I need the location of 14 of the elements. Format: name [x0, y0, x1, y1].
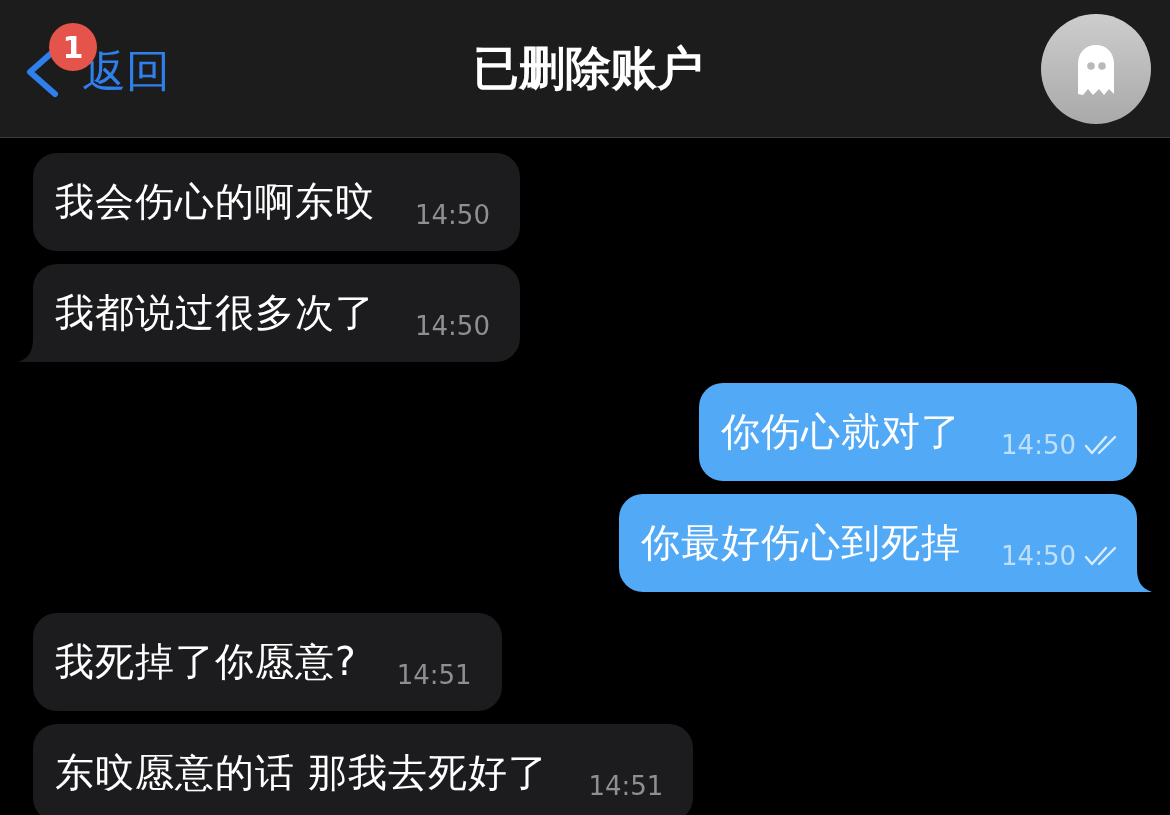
message-time: 14:50	[415, 311, 490, 341]
message-text: 你最好伤心到死掉	[641, 519, 962, 567]
message-time: 14:50	[1001, 541, 1076, 571]
message-text: 我会伤心的啊东旼	[55, 178, 375, 226]
ghost-avatar-icon[interactable]	[1041, 13, 1151, 124]
message-time: 14:50	[1001, 430, 1076, 460]
message-text: 你伤心就对了	[721, 408, 962, 456]
message-time: 14:51	[396, 660, 472, 690]
message-time: 14:50	[415, 200, 490, 230]
message-text: 东旼愿意的话 那我去死好了	[55, 749, 549, 797]
message-time: 14:51	[588, 771, 664, 801]
chat-title: 已删除账户	[472, 39, 703, 97]
message-text: 我死掉了你愿意?	[55, 638, 357, 686]
message-text: 我都说过很多次了	[55, 289, 375, 337]
